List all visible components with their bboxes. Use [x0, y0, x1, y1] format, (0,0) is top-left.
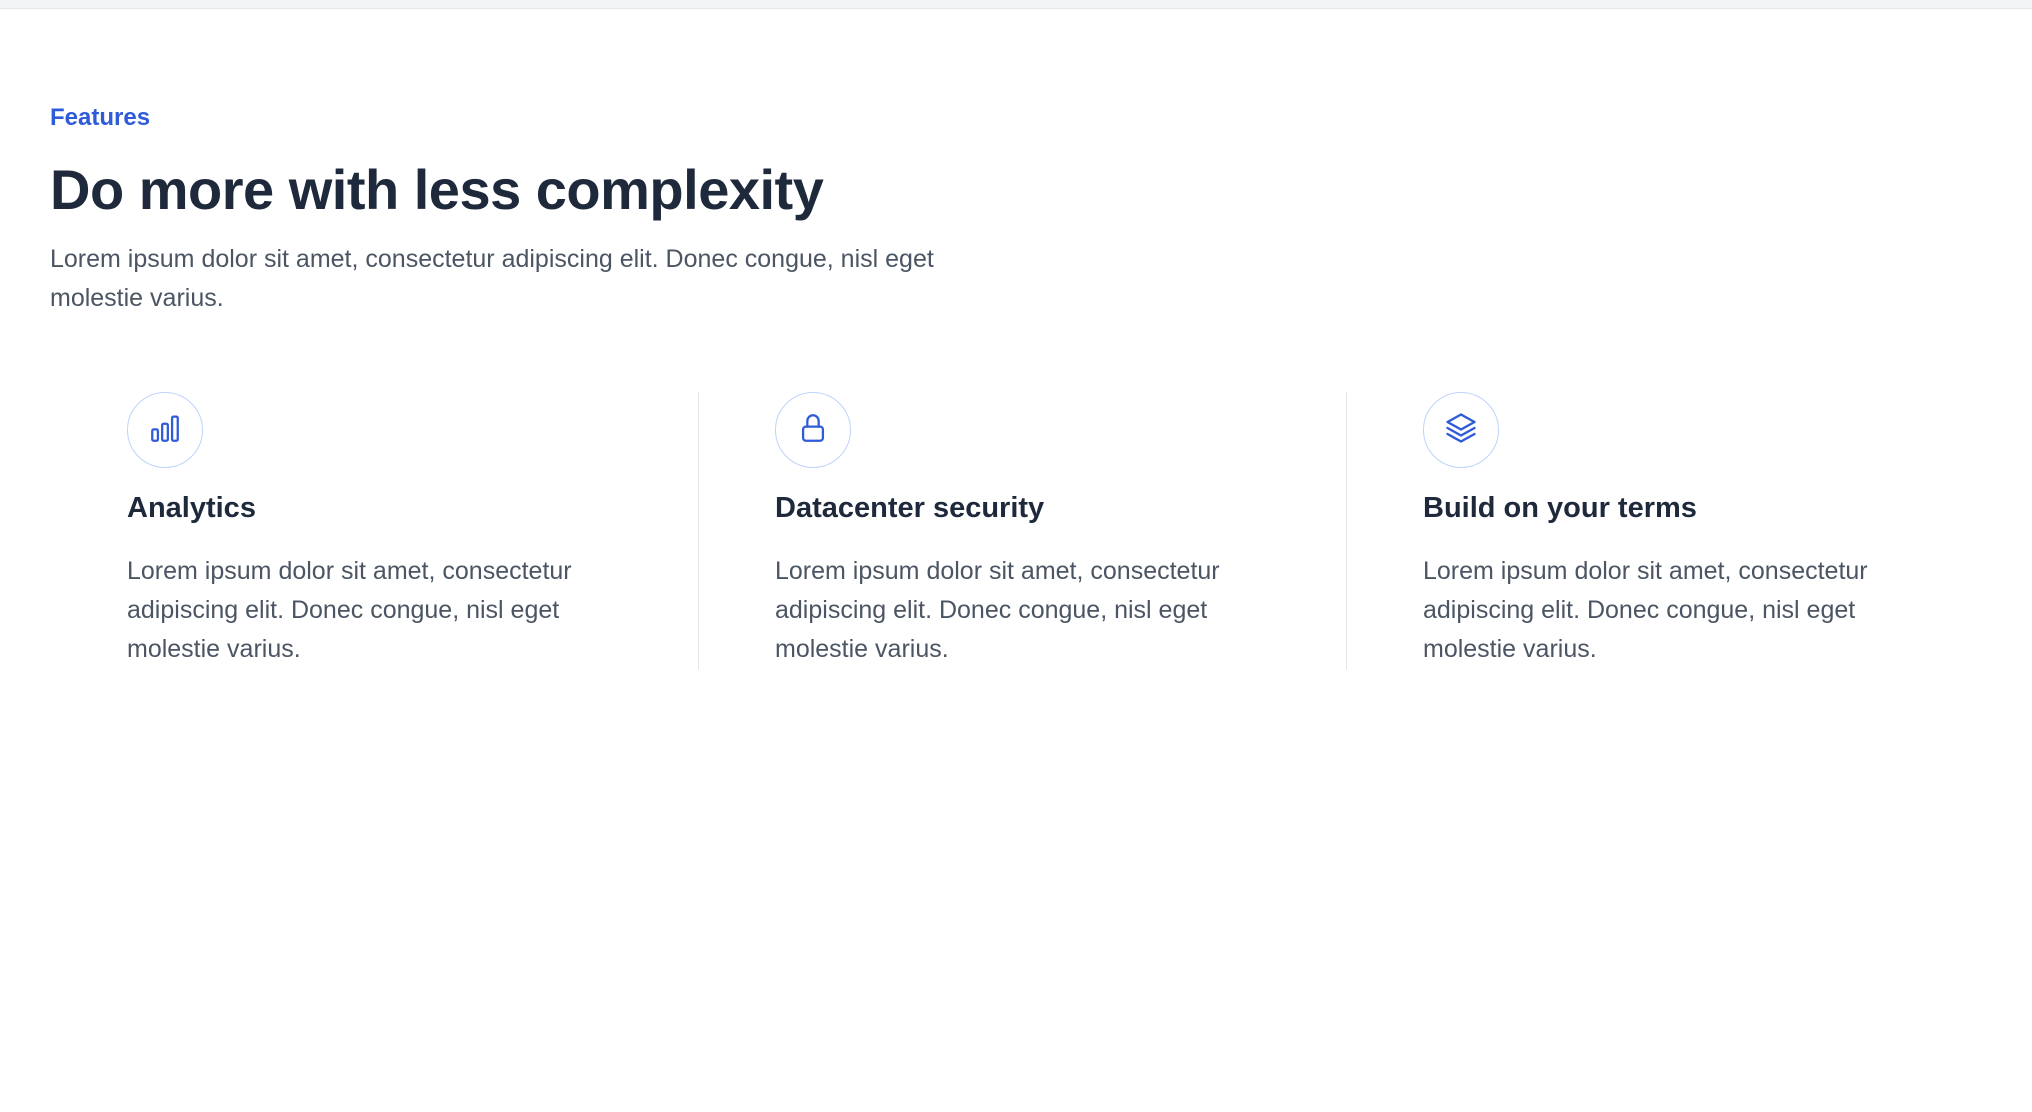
feature-title: Analytics [127, 492, 256, 524]
section-eyebrow: Features [50, 104, 151, 131]
feature-card-analytics: Analytics Lorem ipsum dolor sit amet, co… [50, 392, 698, 670]
feature-description: Lorem ipsum dolor sit amet, consectetur … [127, 557, 572, 663]
feature-icon-circle [127, 392, 203, 468]
section-title: Do more with less complexity [50, 158, 824, 221]
features-grid: Analytics Lorem ipsum dolor sit amet, co… [50, 392, 2000, 670]
browser-top-bar [0, 0, 2032, 9]
feature-card-build-on-your-terms: Build on your terms Lorem ipsum dolor si… [1346, 392, 1994, 670]
feature-title: Datacenter security [775, 492, 1045, 524]
layers-icon [1443, 410, 1479, 451]
feature-icon-circle [775, 392, 851, 468]
bar-chart-icon [148, 411, 182, 450]
feature-description: Lorem ipsum dolor sit amet, consectetur … [1423, 557, 1868, 663]
feature-title: Build on your terms [1423, 492, 1697, 524]
section-description: Lorem ipsum dolor sit amet, consectetur … [50, 245, 934, 312]
lock-icon [796, 411, 830, 450]
feature-card-datacenter-security: Datacenter security Lorem ipsum dolor si… [698, 392, 1346, 670]
feature-description: Lorem ipsum dolor sit amet, consectetur … [775, 557, 1220, 663]
feature-icon-circle [1423, 392, 1499, 468]
